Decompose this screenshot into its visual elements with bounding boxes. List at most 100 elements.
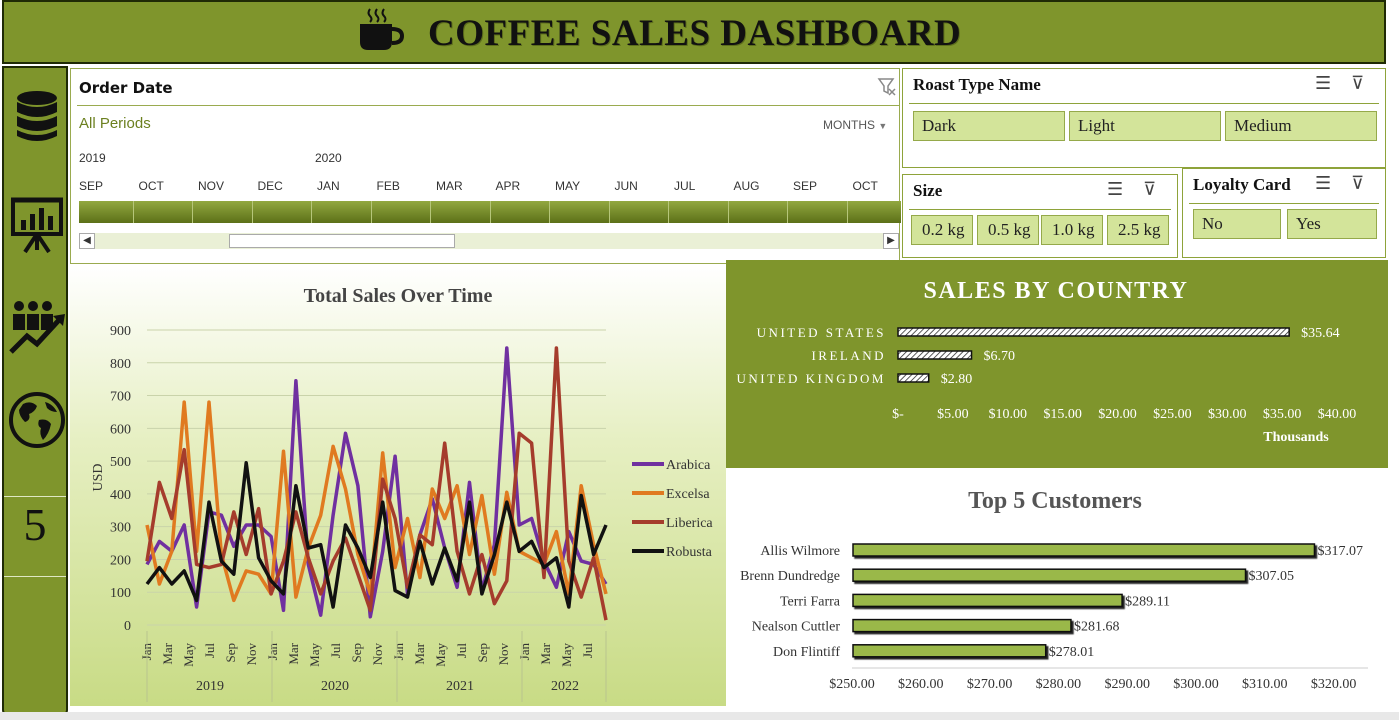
timeline-month[interactable]: JAN <box>317 179 340 193</box>
all-periods-label: All Periods <box>79 115 151 132</box>
legend-label: Liberica <box>666 516 713 531</box>
timeline-tick <box>251 201 253 223</box>
y-tick-label: 900 <box>110 324 131 339</box>
x-tick-label: $40.00 <box>1318 407 1357 422</box>
chart-title: Top 5 Customers <box>968 488 1142 514</box>
x-tick-label: Jul <box>202 643 217 659</box>
multi-select-icon[interactable]: ☰ <box>1315 73 1331 94</box>
roast-option-light[interactable]: Light <box>1069 111 1221 141</box>
slicer-title: Roast Type Name <box>913 75 1041 94</box>
x-tick-label: $- <box>892 407 904 422</box>
loyalty-option-no[interactable]: No <box>1193 209 1281 239</box>
roast-option-medium[interactable]: Medium <box>1225 111 1377 141</box>
timeline-month[interactable]: DEC <box>258 179 283 193</box>
x-tick-label: $15.00 <box>1043 407 1082 422</box>
timeline-month[interactable]: NOV <box>198 179 224 193</box>
timeline-month[interactable]: OCT <box>853 179 878 193</box>
slicer-divider <box>909 209 1171 210</box>
customer-bar <box>852 543 1316 557</box>
y-tick-label: 200 <box>110 553 131 568</box>
x-tick-label: May <box>433 643 448 667</box>
timeline-year: 2019 <box>79 151 106 165</box>
sidebar-divider <box>4 576 66 577</box>
y-tick-label: 600 <box>110 422 131 437</box>
x-tick-label: May <box>181 643 196 667</box>
x-tick-label: Jul <box>580 643 595 659</box>
slicer-title: Size <box>913 181 943 200</box>
data-label: $2.80 <box>941 372 973 387</box>
timeline-month[interactable]: SEP <box>793 179 817 193</box>
category-label: Terri Farra <box>780 594 841 609</box>
loyalty-option-yes[interactable]: Yes <box>1287 209 1377 239</box>
clear-filter-icon[interactable] <box>877 77 897 97</box>
timeline-scrollbar[interactable] <box>79 233 899 249</box>
chevron-down-icon: ▼ <box>878 121 888 131</box>
timeline-divider <box>77 105 899 106</box>
line-chart-svg: Total Sales Over Time 0 100 200 300 400 500 600… <box>91 285 713 702</box>
category-label: UNITED STATES <box>757 325 886 340</box>
timeline-month[interactable]: SEP <box>79 179 103 193</box>
timeline-tick <box>430 201 431 223</box>
loyalty-card-slicer: Loyalty Card ☰ ⊽ No Yes <box>1182 168 1386 258</box>
clear-filter-icon[interactable]: ⊽ <box>1351 173 1364 194</box>
x-tick-label: $290.00 <box>1104 677 1150 692</box>
timeline-tick <box>311 201 312 223</box>
size-option[interactable]: 0.5 kg <box>977 215 1039 245</box>
timeline-tick <box>846 201 848 223</box>
x-tick-label: $25.00 <box>1153 407 1192 422</box>
clear-filter-icon[interactable]: ⊽ <box>1351 73 1364 94</box>
size-option[interactable]: 1.0 kg <box>1041 215 1103 245</box>
y-tick-label: 400 <box>110 488 131 503</box>
time-level-dropdown[interactable]: MONTHS ▼ <box>823 118 887 132</box>
category-label: Don Flintiff <box>773 645 840 660</box>
x-tick-label: $10.00 <box>989 407 1028 422</box>
timeline-month[interactable]: JUL <box>674 179 695 193</box>
scroll-right-icon[interactable]: ▶ <box>883 233 899 249</box>
timeline-month[interactable]: FEB <box>377 179 400 193</box>
timeline-month[interactable]: MAR <box>436 179 463 193</box>
multi-select-icon[interactable]: ☰ <box>1315 173 1331 194</box>
x-tick-label: Sep <box>349 643 364 663</box>
x-tick-label: Nov <box>244 643 259 666</box>
y-tick-label: 0 <box>124 619 131 634</box>
timeline-scroll-thumb[interactable] <box>229 234 455 248</box>
database-icon[interactable] <box>7 86 67 146</box>
order-date-timeline[interactable]: Order Date All Periods MONTHS ▼ 2019 202… <box>70 68 901 264</box>
timeline-title: Order Date <box>79 79 173 97</box>
x-tick-label: Nov <box>370 643 385 666</box>
timeline-month[interactable]: APR <box>496 179 521 193</box>
timeline-month[interactable]: AUG <box>734 179 760 193</box>
x-tick-label: Mar <box>160 642 175 664</box>
sidebar-number: 5 <box>23 499 47 550</box>
x-tick-label: Nov <box>496 643 511 666</box>
x-tick-label: Sep <box>475 643 490 663</box>
x-tick-label: $5.00 <box>937 407 969 422</box>
timeline-tick <box>489 201 491 223</box>
sidebar: 5 <box>2 66 68 716</box>
x-tick-label: Jul <box>454 643 469 659</box>
customer-bar <box>852 593 1123 608</box>
legend-label: Excelsa <box>666 487 710 502</box>
coffee-cup-icon <box>360 8 405 50</box>
team-growth-icon[interactable] <box>7 294 67 354</box>
top-customers-chart: Top 5 Customers Allis Wilmore $317.07 Brenn… <box>728 470 1388 706</box>
scroll-left-icon[interactable]: ◀ <box>79 233 95 249</box>
x-tick-label: Jan <box>517 643 532 661</box>
clear-filter-icon[interactable]: ⊽ <box>1143 179 1156 200</box>
size-option[interactable]: 0.2 kg <box>911 215 973 245</box>
roast-option-dark[interactable]: Dark <box>913 111 1065 141</box>
timeline-tick <box>727 201 729 223</box>
timeline-month[interactable]: MAY <box>555 179 580 193</box>
year-label: 2022 <box>551 679 579 694</box>
globe-icon[interactable] <box>7 390 67 450</box>
total-sales-over-time-chart: Total Sales Over Time 0 100 200 300 400 500 600… <box>70 266 726 706</box>
size-slicer: Size ☰ ⊽ 0.2 kg 0.5 kg 1.0 kg 2.5 kg <box>902 174 1178 258</box>
size-option[interactable]: 2.5 kg <box>1107 215 1169 245</box>
presentation-chart-icon[interactable] <box>7 194 67 254</box>
x-tick-label: $270.00 <box>967 677 1013 692</box>
timeline-month[interactable]: JUN <box>615 179 638 193</box>
x-tick-label: $30.00 <box>1208 407 1247 422</box>
multi-select-icon[interactable]: ☰ <box>1107 179 1123 200</box>
timeline-month[interactable]: OCT <box>139 179 164 193</box>
customer-bar <box>852 618 1072 633</box>
